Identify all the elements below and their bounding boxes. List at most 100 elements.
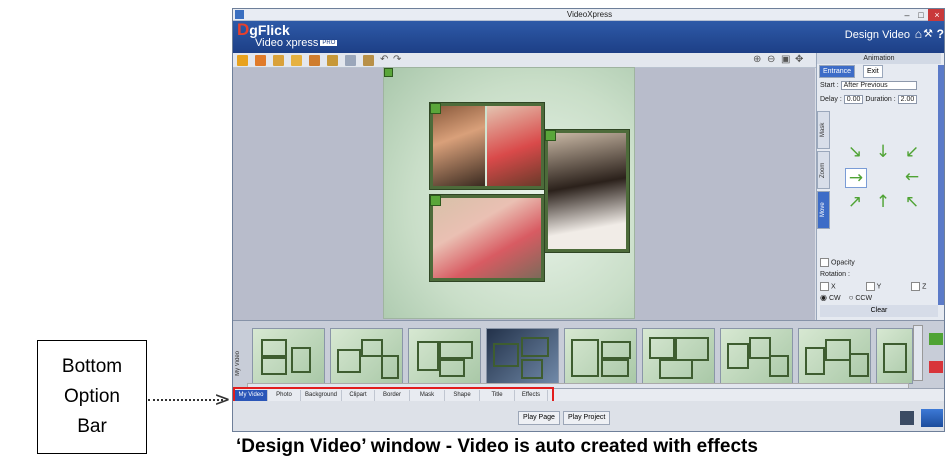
page-thumbnail[interactable]: [720, 328, 793, 384]
layer-icon[interactable]: [309, 55, 320, 66]
zoom-out-icon[interactable]: ⊖: [767, 55, 778, 66]
page-thumbnail[interactable]: [564, 328, 637, 384]
page-thumbnail[interactable]: [876, 328, 913, 384]
arrow-up-icon[interactable]: ↑: [873, 193, 893, 211]
panel-scrollbar[interactable]: [938, 65, 944, 305]
frame-marker-icon: [545, 130, 556, 141]
help-icon[interactable]: ?: [937, 27, 944, 41]
app-logo-subtitle: Video xpress PRO: [255, 37, 338, 49]
start-row: Start : After Previous: [820, 81, 917, 90]
fit-page-icon[interactable]: ▣: [781, 55, 792, 66]
save-icon[interactable]: [900, 411, 914, 425]
arrow-right-icon[interactable]: →: [845, 168, 867, 188]
duration-label: Duration :: [865, 96, 896, 103]
delay-label: Delay :: [820, 96, 842, 103]
arrange-icon[interactable]: [291, 55, 302, 66]
arrow-down-right-icon[interactable]: ↘: [845, 143, 865, 161]
crop-icon[interactable]: [363, 55, 374, 66]
timing-row: Delay : 0.00 Duration : 2.00: [820, 95, 918, 104]
rotation-label: Rotation :: [820, 271, 850, 278]
align-icon[interactable]: [273, 55, 284, 66]
page-thumbnail[interactable]: [798, 328, 871, 384]
photo-frame[interactable]: [430, 103, 544, 189]
ccw-radio[interactable]: ○: [849, 293, 854, 302]
page-thumbnail[interactable]: [642, 328, 715, 384]
frame-marker-icon: [430, 195, 441, 206]
page-thumbnail[interactable]: [330, 328, 403, 384]
maximize-button[interactable]: □: [914, 9, 928, 21]
undo-icon[interactable]: ↶: [380, 55, 391, 66]
opacity-checkbox[interactable]: [820, 258, 829, 267]
arrow-down-icon[interactable]: ↓: [873, 143, 893, 161]
settings-tool-icon[interactable]: ⚒: [923, 27, 933, 40]
callout-arrow-icon: >: [214, 387, 231, 411]
app-window: VideoXpress – □ × DgFlick Video xpress PR…: [232, 8, 945, 432]
z-axis-checkbox[interactable]: [911, 282, 921, 291]
cw-radio[interactable]: ◉: [820, 293, 827, 302]
play-page-button[interactable]: Play Page: [518, 411, 560, 425]
animation-panel: Animation Entrance Exit Start : After Pr…: [816, 53, 944, 320]
window-controls: – □ ×: [900, 9, 944, 21]
start-label: Start :: [820, 82, 839, 89]
home-icon[interactable]: ⌂: [915, 27, 922, 41]
bottom-option-bar: My Video Photo Background Clipart Border…: [233, 387, 944, 406]
figure-caption: ‘Design Video’ window - Video is auto cr…: [236, 436, 758, 457]
minimize-button[interactable]: –: [900, 9, 914, 21]
filmstrip-label: My Video: [235, 351, 241, 376]
page-thumbnail[interactable]: [408, 328, 481, 384]
cw-label: CW: [828, 295, 841, 302]
tab-zoom[interactable]: Zoom: [817, 151, 830, 189]
redo-icon[interactable]: ↷: [393, 55, 404, 66]
play-project-button[interactable]: Play Project: [563, 411, 611, 425]
group-icon[interactable]: [327, 55, 338, 66]
app-icon: [235, 10, 244, 19]
y-axis-checkbox[interactable]: [865, 282, 875, 291]
pan-icon[interactable]: ✥: [795, 55, 806, 66]
opacity-row: Opacity: [820, 258, 855, 267]
window-title: VideoXpress: [566, 10, 613, 19]
filmstrip: My Video: [233, 320, 944, 390]
send-backward-icon[interactable]: [255, 55, 266, 66]
zoom-in-icon[interactable]: ⊕: [753, 55, 764, 66]
duration-input[interactable]: 2.00: [897, 95, 918, 104]
filmstrip-scrollbar[interactable]: [913, 325, 923, 381]
tab-entrance[interactable]: Entrance: [819, 65, 856, 78]
bring-forward-icon[interactable]: [237, 55, 248, 66]
start-select[interactable]: After Previous: [840, 81, 917, 90]
frame-marker-icon: [430, 103, 441, 114]
rotation-axes: X Y Z: [820, 282, 938, 291]
x-axis-checkbox[interactable]: [820, 282, 829, 291]
video-page[interactable]: [383, 67, 635, 319]
add-page-icon[interactable]: [929, 333, 943, 345]
arrow-left-icon[interactable]: ←: [902, 168, 922, 186]
page-marker-icon[interactable]: [384, 68, 393, 77]
ccw-label: CCW: [855, 295, 873, 302]
app-logo: DgFlick: [237, 20, 290, 39]
close-button[interactable]: ×: [928, 9, 944, 21]
tab-mask[interactable]: Mask: [817, 111, 830, 149]
tab-exit[interactable]: Exit: [863, 65, 883, 78]
tab-move[interactable]: Move: [817, 191, 830, 229]
photo-frame[interactable]: [430, 195, 544, 281]
direction-radios: ◉ CW ○ CCW: [820, 293, 872, 302]
filmstrip-actions: [927, 331, 944, 381]
photo-frame[interactable]: [545, 130, 629, 252]
rotate-icon[interactable]: [345, 55, 356, 66]
delay-input[interactable]: 0.00: [843, 95, 864, 104]
page-thumbnail[interactable]: [252, 328, 325, 384]
delete-page-icon[interactable]: [929, 361, 943, 373]
toolbar: ↶ ↷ ⊕ ⊖ ▣ ✥: [233, 53, 816, 68]
clear-button[interactable]: Clear: [820, 305, 938, 317]
arrow-down-left-icon[interactable]: ↙: [902, 143, 922, 161]
page-thumbnail[interactable]: [486, 328, 559, 384]
bottom-option-bar-callout: Bottom Option Bar: [37, 340, 147, 454]
arrow-up-left-icon[interactable]: ↖: [902, 193, 922, 211]
title-bar: VideoXpress – □ ×: [233, 9, 944, 21]
z-axis-label: Z: [922, 283, 927, 291]
design-canvas-area[interactable]: [233, 67, 815, 320]
play-bar: Play Page Play Project: [233, 401, 944, 431]
arrow-up-right-icon[interactable]: ↗: [845, 193, 865, 211]
callout-leader-line: [148, 399, 223, 401]
opacity-label: Opacity: [831, 259, 855, 267]
export-icon[interactable]: [921, 409, 943, 427]
